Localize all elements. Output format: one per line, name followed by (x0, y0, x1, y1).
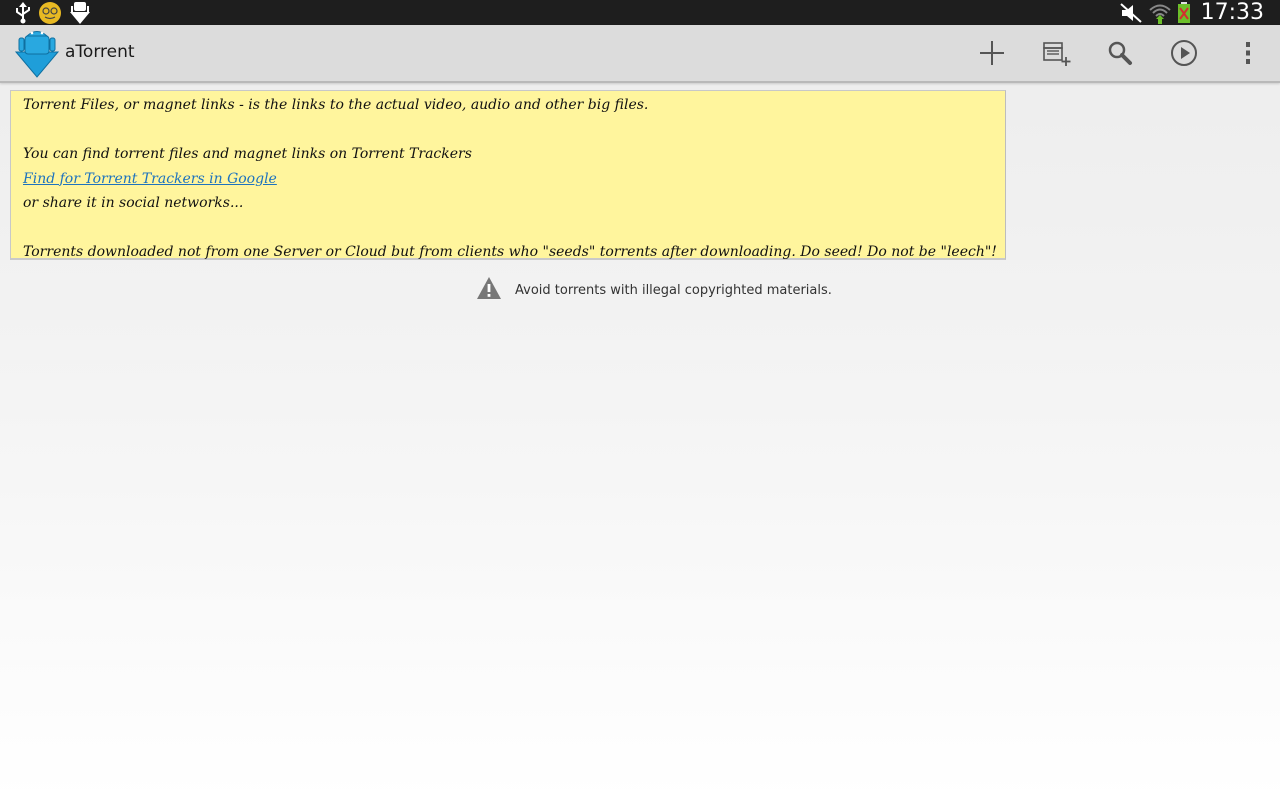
note-link-row: Find for Torrent Trackers in Google (23, 167, 1005, 192)
add-folder-button[interactable] (1038, 35, 1074, 71)
note-line-intro: Torrent Files, or magnet links - is the … (23, 97, 649, 113)
overflow-menu-icon (1246, 42, 1250, 64)
status-bar: 17:33 (0, 0, 1280, 25)
note-line-seed: Torrents downloaded not from one Server … (23, 244, 997, 260)
add-torrent-button[interactable] (974, 35, 1010, 71)
note-spacer (23, 118, 1005, 143)
warning-icon (476, 276, 502, 304)
search-button[interactable] (1102, 35, 1138, 71)
search-icon (1108, 41, 1132, 65)
mute-icon (1119, 2, 1143, 24)
play-icon (1171, 40, 1197, 66)
note-spacer (23, 216, 1005, 241)
add-folder-icon (1043, 42, 1071, 66)
overflow-menu-button[interactable] (1230, 35, 1266, 71)
app-title: aTorrent (65, 42, 135, 62)
note-line-trackers: You can find torrent files and magnet li… (23, 146, 472, 162)
wifi-icon (1148, 2, 1171, 24)
action-bar: aTorrent (0, 25, 1280, 83)
app-logo-icon[interactable] (14, 30, 60, 78)
warning-text: Avoid torrents with illegal copyrighted … (515, 282, 832, 298)
notification-app-icon (38, 1, 62, 25)
info-note-card: Torrent Files, or magnet links - is the … (10, 90, 1006, 260)
play-button[interactable] (1166, 35, 1202, 71)
battery-icon (1177, 1, 1191, 24)
google-trackers-link[interactable]: Find for Torrent Trackers in Google (23, 171, 277, 187)
download-icon (68, 1, 92, 25)
status-bar-right: 17:33 (1119, 0, 1264, 25)
clock: 17:33 (1200, 0, 1264, 25)
add-icon (980, 41, 1004, 65)
usb-icon (14, 1, 32, 24)
status-bar-left (14, 0, 92, 25)
copyright-warning: Avoid torrents with illegal copyrighted … (476, 276, 832, 304)
note-line-share: or share it in social networks... (23, 195, 244, 211)
